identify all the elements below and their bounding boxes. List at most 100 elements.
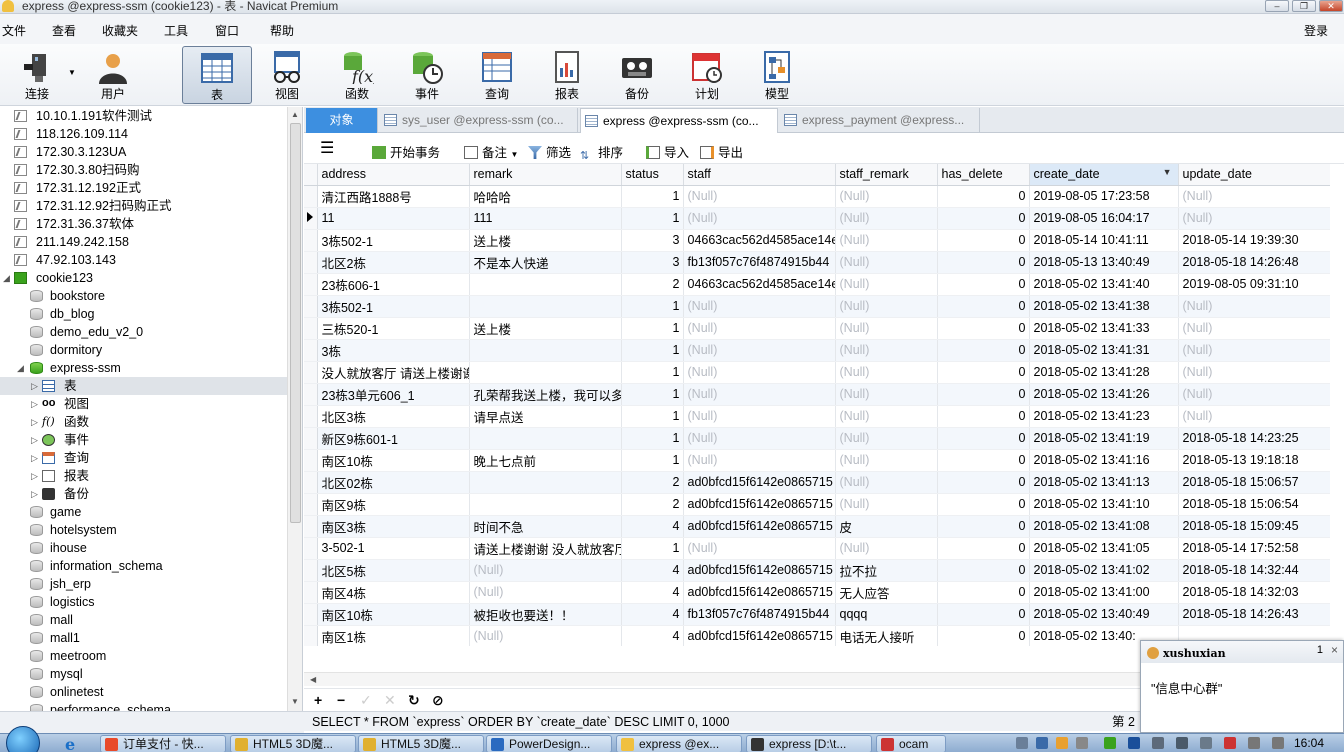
cell-remark[interactable] — [469, 471, 622, 494]
tray-icon[interactable] — [1016, 737, 1028, 749]
cell-status[interactable]: 4 — [621, 581, 684, 604]
cell-staff-remark[interactable]: (Null) — [835, 251, 938, 274]
tree-scrollbar[interactable]: ▲ ▼ — [287, 107, 302, 711]
tree-database[interactable]: information_schema — [0, 557, 287, 575]
cell-address[interactable]: 三栋520-1 — [317, 317, 470, 340]
report-button[interactable]: 报表 — [532, 46, 602, 104]
tray-icon[interactable] — [1056, 737, 1068, 749]
tree-database[interactable]: ihouse — [0, 539, 287, 557]
cell-status[interactable]: 4 — [621, 603, 684, 626]
cell-staff[interactable]: (Null) — [683, 317, 836, 340]
tree-connection-open[interactable]: ◢ cookie123 — [0, 269, 287, 287]
cell-staff[interactable]: ad0bfcd15f6142e0865715 — [683, 471, 836, 494]
tree-database[interactable]: db_blog — [0, 305, 287, 323]
expand-arrow-icon[interactable]: ▷ — [31, 413, 38, 431]
cell-status[interactable]: 1 — [621, 361, 684, 384]
cell-update-date[interactable]: 2018-05-18 14:26:43 — [1178, 603, 1330, 626]
cell-address[interactable]: 23栋606-1 — [317, 273, 470, 296]
cell-staff-remark[interactable]: 拉不拉 — [835, 559, 938, 582]
view-button[interactable]: 视图 — [252, 46, 322, 104]
cell-update-date[interactable]: 2018-05-18 14:23:25 — [1178, 427, 1330, 450]
tree-database[interactable]: mall — [0, 611, 287, 629]
cell-update-date[interactable]: (Null) — [1178, 405, 1330, 428]
menu-file[interactable]: 文件 — [2, 22, 26, 39]
cell-remark[interactable] — [469, 427, 622, 450]
cell-status[interactable]: 1 — [621, 207, 684, 230]
taskbar-task[interactable]: PowerDesign... — [486, 735, 612, 752]
cell-remark[interactable]: (Null) — [469, 559, 622, 582]
cell-update-date[interactable]: (Null) — [1178, 317, 1330, 340]
refresh-icon[interactable]: ↻ — [408, 692, 420, 709]
row-indicator[interactable] — [304, 449, 318, 472]
table-row[interactable]: 清江西路1888号 哈哈哈 1 (Null) (Null) 0 2019-08-05 17:… — [304, 185, 1330, 208]
tree-database[interactable]: dormitory — [0, 341, 287, 359]
expand-arrow-icon[interactable]: ▷ — [31, 395, 38, 413]
cell-staff-remark[interactable]: (Null) — [835, 405, 938, 428]
wechat-icon[interactable] — [1104, 737, 1116, 749]
cell-status[interactable]: 4 — [621, 515, 684, 538]
column-header-has-delete[interactable]: has_delete — [937, 164, 1030, 186]
table-row[interactable]: 北区02栋 2 ad0bfcd15f6142e0865715 (Null) 0 2018-… — [304, 471, 1330, 494]
cell-staff-remark[interactable]: (Null) — [835, 185, 938, 208]
tree-connection[interactable]: 10.10.1.191软件测试 — [0, 107, 287, 125]
cell-address[interactable]: 清江西路1888号 — [317, 185, 470, 208]
schedule-button[interactable]: 计划 — [672, 46, 742, 104]
bluetooth-icon[interactable] — [1128, 737, 1140, 749]
cell-status[interactable]: 3 — [621, 229, 684, 252]
menu-view[interactable]: 查看 — [52, 22, 76, 39]
column-header-remark[interactable]: remark — [469, 164, 622, 186]
cell-remark[interactable]: (Null) — [469, 581, 622, 604]
table-row[interactable]: 3栋502-1 1 (Null) (Null) 0 2018-05-02 13:41:38… — [304, 295, 1330, 318]
cell-update-date[interactable]: 2018-05-13 19:18:18 — [1178, 449, 1330, 472]
tree-database[interactable]: hotelsystem — [0, 521, 287, 539]
cell-status[interactable]: 1 — [621, 317, 684, 340]
cell-remark[interactable]: 孔荣帮我送上楼，我可以多给钱 — [469, 383, 622, 406]
begin-transaction-button[interactable]: 开始事务 — [372, 142, 440, 161]
cell-create-date[interactable]: 2018-05-02 13:41:05 — [1029, 537, 1179, 560]
column-header-staff[interactable]: staff — [683, 164, 836, 186]
cell-address[interactable]: 北区2栋 — [317, 251, 470, 274]
cell-address[interactable]: 南区1栋 — [317, 625, 470, 646]
table-row[interactable]: 北区3栋 请早点送 1 (Null) (Null) 0 2018-05-02 13:41:2… — [304, 405, 1330, 428]
cell-address[interactable]: 3栋 — [317, 339, 470, 362]
cell-address[interactable]: 23栋3单元606_1 — [317, 383, 470, 406]
row-indicator[interactable] — [304, 251, 318, 274]
cell-staff-remark[interactable]: qqqq — [835, 603, 938, 626]
chevron-down-icon[interactable]: ▼ — [511, 150, 519, 159]
cell-address[interactable]: 没人就放客厅 请送上楼谢谢 — [317, 361, 470, 384]
tree-events[interactable]: ▷ 事件 — [0, 431, 287, 449]
row-indicator[interactable] — [304, 229, 318, 252]
expand-arrow-icon[interactable]: ▷ — [31, 377, 38, 395]
cell-create-date[interactable]: 2018-05-14 10:41:11 — [1029, 229, 1179, 252]
taskbar-task[interactable]: express @ex... — [616, 735, 742, 752]
row-indicator[interactable] — [304, 361, 318, 384]
cell-update-date[interactable]: (Null) — [1178, 339, 1330, 362]
cell-create-date[interactable]: 2018-05-02 13:41:31 — [1029, 339, 1179, 362]
tray-icon[interactable] — [1036, 737, 1048, 749]
expand-arrow-icon[interactable]: ▷ — [31, 485, 38, 503]
cell-staff-remark[interactable]: (Null) — [835, 317, 938, 340]
cell-has-delete[interactable]: 0 — [937, 493, 1030, 516]
tree-functions[interactable]: ▷ f() 函数 — [0, 413, 287, 431]
cell-staff[interactable]: (Null) — [683, 537, 836, 560]
cell-update-date[interactable]: 2018-05-14 17:52:58 — [1178, 537, 1330, 560]
cell-staff-remark[interactable]: (Null) — [835, 471, 938, 494]
discard-record-icon[interactable]: ✕ — [384, 692, 396, 709]
cell-has-delete[interactable]: 0 — [937, 427, 1030, 450]
cell-create-date[interactable]: 2018-05-13 13:40:49 — [1029, 251, 1179, 274]
tree-connection[interactable]: 172.30.3.80扫码购 — [0, 161, 287, 179]
sort-button[interactable]: ⇅ 排序 — [580, 142, 623, 163]
taskbar-task[interactable]: HTML5 3D魔... — [230, 735, 356, 752]
cell-remark[interactable]: 请早点送 — [469, 405, 622, 428]
model-button[interactable]: 模型 — [742, 46, 812, 104]
cell-has-delete[interactable]: 0 — [937, 273, 1030, 296]
cell-address[interactable]: 北区02栋 — [317, 471, 470, 494]
cell-remark[interactable]: 111 — [469, 207, 622, 230]
cell-create-date[interactable]: 2018-05-02 13:40:49 — [1029, 603, 1179, 626]
cell-status[interactable]: 1 — [621, 537, 684, 560]
table-row[interactable]: 23栋606-1 2 04663cac562d4585ace14e (Null) 0 20… — [304, 273, 1330, 296]
cell-staff-remark[interactable]: 无人应答 — [835, 581, 938, 604]
tree-database[interactable]: game — [0, 503, 287, 521]
cell-staff[interactable]: (Null) — [683, 361, 836, 384]
table-row[interactable]: 23栋3单元606_1孔荣帮我送上楼，我可以多给钱1(Null)(Null)02… — [304, 383, 1330, 406]
